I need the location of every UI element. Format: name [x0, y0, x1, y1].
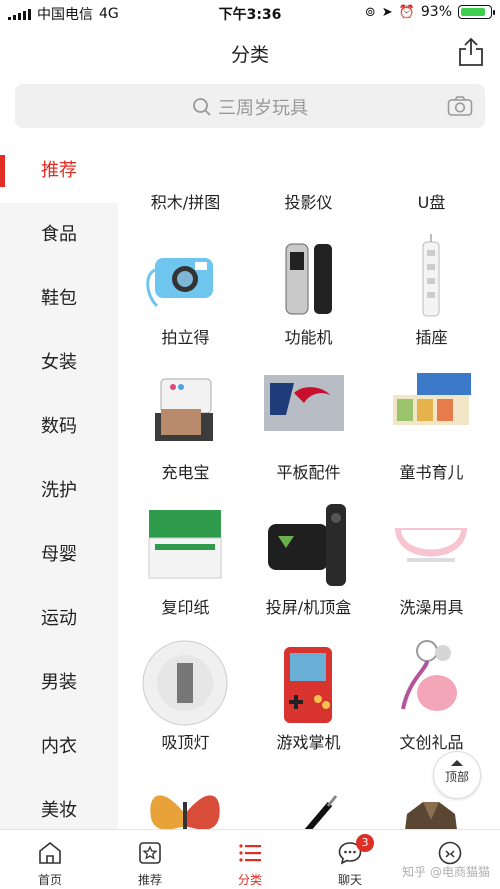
ceiling-lamp-image: [141, 639, 229, 727]
share-icon[interactable]: [456, 36, 486, 68]
category-label: 充电宝: [161, 463, 210, 482]
category-item[interactable]: 投屏/机顶盒: [247, 490, 370, 625]
star-icon: [139, 842, 161, 864]
category-item[interactable]: 文创礼品: [370, 625, 493, 760]
tab-category-label: 分类: [237, 873, 262, 887]
category-label: 吸顶灯: [161, 733, 210, 752]
tab-category[interactable]: 分类: [200, 830, 300, 889]
category-item[interactable]: U盘: [370, 139, 493, 220]
chat-badge: 3: [356, 834, 374, 852]
sidebar-item[interactable]: 美妆: [0, 779, 118, 829]
category-label: 拍立得: [161, 328, 210, 347]
search-icon: [193, 98, 211, 116]
category-label: 复印纸: [161, 598, 210, 617]
sidebar-item[interactable]: 母婴: [0, 523, 118, 587]
arrow-up-icon: [451, 760, 463, 766]
tab-bar: 首页 推荐 分类 3 聊天 知乎 @电商猫猫: [0, 829, 500, 889]
category-item[interactable]: [124, 760, 247, 829]
sidebar-item[interactable]: 洗护: [0, 459, 118, 523]
tab-home-label: 首页: [37, 873, 62, 887]
category-item[interactable]: 功能机: [247, 220, 370, 355]
category-label: 投屏/机顶盒: [265, 598, 352, 617]
category-item[interactable]: 拍立得: [124, 220, 247, 355]
keychain-charm-image: [387, 639, 475, 727]
butterfly-kite-image: [141, 774, 229, 829]
copy-paper-box-image: [141, 504, 229, 592]
category-label: 平板配件: [276, 463, 341, 482]
home-icon: [39, 841, 61, 864]
tab-more[interactable]: 知乎 @电商猫猫: [400, 830, 500, 889]
category-item[interactable]: 洗澡用具: [370, 490, 493, 625]
orientation-lock-icon: ⊚: [364, 4, 376, 20]
category-content: 积木/拼图 投影仪 U盘拍立得 功能机 插座充电宝 平板配件 童书育儿复印纸 投屏/机顶盒 洗澡…: [118, 139, 500, 829]
category-sidebar: 推荐 食品 鞋包 女装 数码 洗护 母婴 运动 男装 内衣 美妆: [0, 139, 118, 829]
location-icon: ➤: [381, 4, 393, 20]
search-bar[interactable]: 三周岁玩具: [15, 84, 485, 128]
tab-recommend[interactable]: 推荐: [100, 830, 200, 889]
sidebar-item[interactable]: 数码: [0, 395, 118, 459]
back-to-top-label: 顶部: [444, 770, 469, 784]
list-icon: [239, 844, 261, 862]
category-label: 插座: [415, 328, 448, 347]
category-label: 功能机: [284, 328, 333, 347]
category-label: 童书育儿: [399, 463, 464, 482]
baby-bathtub-image: [387, 504, 475, 592]
feature-phone-image: [264, 234, 352, 322]
sidebar-item[interactable]: 内衣: [0, 715, 118, 779]
handheld-console-image: [264, 639, 352, 727]
camera-icon[interactable]: [447, 95, 473, 117]
category-label: 积木/拼图: [150, 193, 221, 212]
pen-image: [264, 774, 352, 829]
tv-box-image: [264, 504, 352, 592]
category-item[interactable]: 积木/拼图: [124, 139, 247, 220]
sidebar-item[interactable]: 鞋包: [0, 267, 118, 331]
tab-recommend-label: 推荐: [137, 873, 162, 887]
category-item[interactable]: 游戏掌机: [247, 625, 370, 760]
watermark: 知乎 @电商猫猫: [402, 865, 490, 879]
back-to-top-button[interactable]: 顶部: [433, 751, 481, 799]
search-placeholder: 三周岁玩具: [218, 98, 308, 119]
projector-image: [264, 139, 352, 187]
tab-chat[interactable]: 3 聊天: [300, 830, 400, 889]
category-label: 洗澡用具: [399, 598, 464, 617]
category-item[interactable]: 童书育儿: [370, 355, 493, 490]
category-item[interactable]: 投影仪: [247, 139, 370, 220]
category-item[interactable]: 平板配件: [247, 355, 370, 490]
battery-icon: [458, 5, 495, 19]
category-item[interactable]: 充电宝: [124, 355, 247, 490]
page-title: 分类: [230, 44, 269, 66]
instant-camera-image: [141, 234, 229, 322]
category-label: U盘: [417, 193, 446, 212]
puzzle-blocks-image: [141, 139, 229, 187]
tab-chat-label: 聊天: [337, 873, 362, 887]
usb-drive-image: [387, 139, 475, 187]
alarm-icon: ⏰: [398, 4, 415, 20]
sidebar-item[interactable]: 男装: [0, 651, 118, 715]
category-label: 文创礼品: [399, 733, 464, 752]
sidebar-item[interactable]: 推荐: [0, 139, 118, 203]
category-grid: 积木/拼图 投影仪 U盘拍立得 功能机 插座充电宝 平板配件 童书育儿复印纸 投屏/机顶盒 洗澡…: [124, 139, 494, 829]
tab-home[interactable]: 首页: [0, 830, 100, 889]
status-bar: 中国电信 4G 下午3:36 ⊚ ➤ ⏰ 93%: [0, 0, 500, 26]
book-set-image: [387, 369, 475, 457]
sidebar-item[interactable]: 运动: [0, 587, 118, 651]
sidebar-item[interactable]: 食品: [0, 203, 118, 267]
battery-percent: 93%: [420, 4, 452, 20]
category-label: 投影仪: [284, 193, 333, 212]
sidebar-item[interactable]: 女装: [0, 331, 118, 395]
category-item[interactable]: [247, 760, 370, 829]
category-item[interactable]: 复印纸: [124, 490, 247, 625]
status-right: ⊚ ➤ ⏰ 93%: [364, 4, 495, 20]
nav-bar: 分类: [0, 26, 500, 78]
photo-printer-image: [141, 369, 229, 457]
category-item[interactable]: 吸顶灯: [124, 625, 247, 760]
power-strip-image: [387, 234, 475, 322]
tablet-cover-image: [264, 369, 352, 457]
category-label: 游戏掌机: [276, 733, 341, 752]
category-item[interactable]: 插座: [370, 220, 493, 355]
